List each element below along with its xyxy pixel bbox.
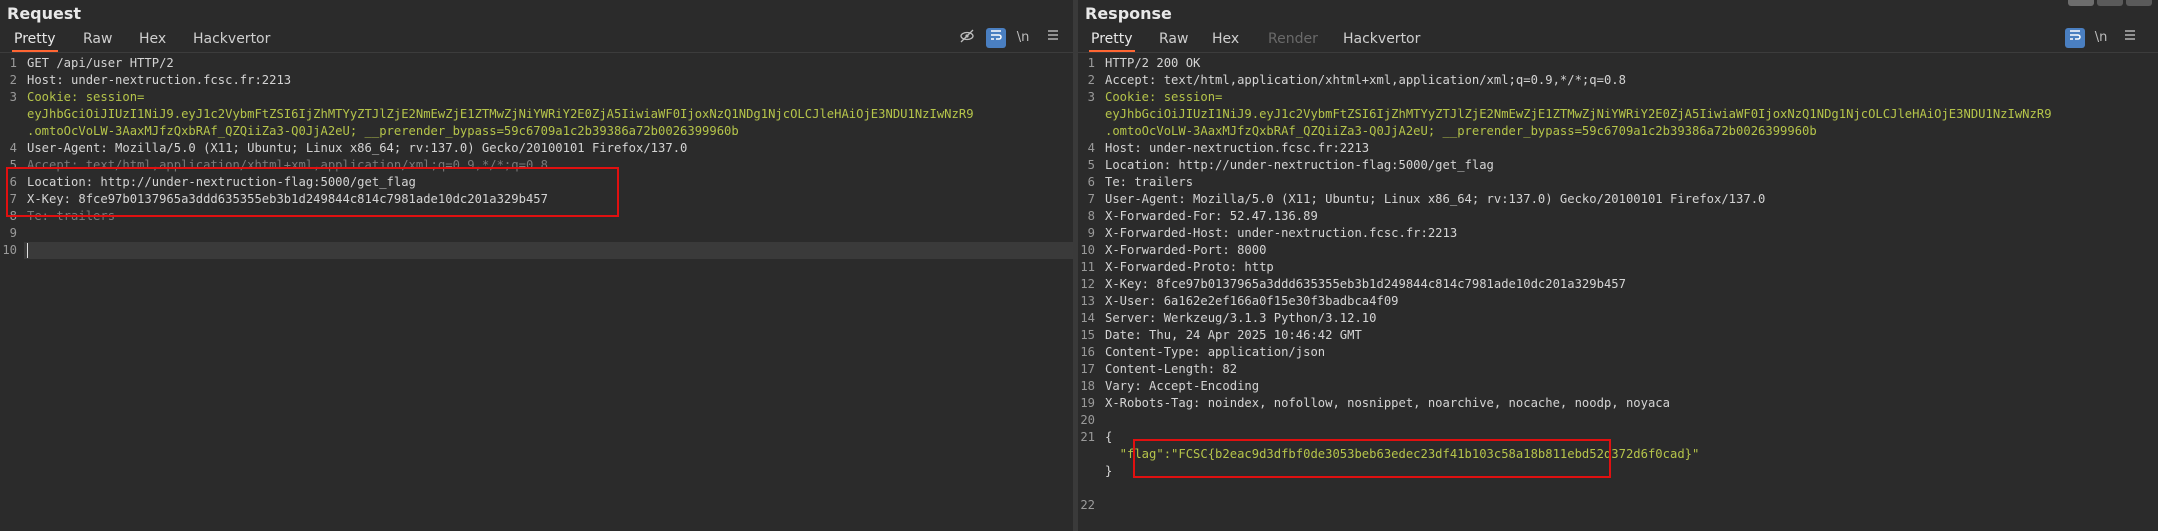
code-line: eyJhbGciOiJIUzI1NiJ9.eyJ1c2VybmFtZSI6IjZ… <box>1105 107 2052 121</box>
response-pane: Response Pretty Raw Hex Render Hackverto… <box>1078 0 2158 531</box>
response-tabbar: Pretty Raw Hex Render Hackvertor <box>1078 26 2158 53</box>
request-tab-hex[interactable]: Hex <box>137 26 168 50</box>
current-line-highlight <box>24 242 1073 259</box>
line-number: 9 <box>9 226 17 240</box>
code-line: Host: under-nextruction.fcsc.fr:2213 <box>1105 141 1370 155</box>
line-number: 22 <box>1080 498 1095 512</box>
line-number: 19 <box>1080 396 1095 410</box>
line-number: 1 <box>9 56 17 70</box>
request-tabbar: Pretty Raw Hex Hackvertor <box>0 26 1073 53</box>
code-line: Date: Thu, 24 Apr 2025 10:46:42 GMT <box>1105 328 1362 342</box>
line-number: 4 <box>1087 141 1095 155</box>
newline-toggle[interactable]: \n <box>1013 28 1033 48</box>
line-number: 13 <box>1080 294 1095 308</box>
line-number: 8 <box>1087 209 1095 223</box>
layout-button-2[interactable] <box>2097 0 2123 6</box>
line-number: 1 <box>1087 56 1095 70</box>
wrap-icon[interactable] <box>986 28 1006 48</box>
code-line: Accept: text/html,application/xhtml+xml,… <box>1105 73 1626 87</box>
line-number: 12 <box>1080 277 1095 291</box>
flag-highlight-box <box>1133 439 1611 478</box>
line-number: 3 <box>9 90 17 104</box>
line-number: 14 <box>1080 311 1095 325</box>
code-line: X-Forwarded-Port: 8000 <box>1105 243 1267 257</box>
code-line: User-Agent: Mozilla/5.0 (X11; Ubuntu; Li… <box>27 141 688 155</box>
line-number: 18 <box>1080 379 1095 393</box>
code-line: X-Forwarded-For: 52.47.136.89 <box>1105 209 1318 223</box>
response-tab-render: Render <box>1268 31 1318 47</box>
line-number: 10 <box>2 243 17 257</box>
response-tab-raw[interactable]: Raw <box>1157 26 1190 50</box>
eye-slash-icon[interactable] <box>957 28 977 48</box>
code-line: HTTP/2 200 OK <box>1105 56 1201 70</box>
line-number: 5 <box>1087 158 1095 172</box>
code-line: X-Key: 8fce97b0137965a3ddd635355eb3b1d24… <box>1105 277 1626 291</box>
code-line: X-Forwarded-Proto: http <box>1105 260 1274 274</box>
menu-icon[interactable] <box>1043 28 1063 48</box>
wrap-icon[interactable] <box>2065 28 2085 48</box>
code-line: X-Robots-Tag: noindex, nofollow, nosnipp… <box>1105 396 1670 410</box>
code-line: Server: Werkzeug/3.1.3 Python/3.12.10 <box>1105 311 1377 325</box>
request-title: Request <box>7 4 82 23</box>
text-caret <box>27 243 28 258</box>
response-tab-hex[interactable]: Hex <box>1210 26 1241 50</box>
code-line: GET /api/user HTTP/2 <box>27 56 174 70</box>
code-line: Host: under-nextruction.fcsc.fr:2213 <box>27 73 292 87</box>
request-editor[interactable]: 1 GET /api/user HTTP/2 2 Host: under-nextru… <box>0 55 1073 531</box>
code-line: Content-Length: 82 <box>1105 362 1238 376</box>
code-line: Cookie: session= <box>27 90 145 104</box>
request-highlight-box <box>6 167 619 217</box>
layout-button-1[interactable] <box>2068 0 2094 6</box>
code-line: eyJhbGciOiJIUzI1NiJ9.eyJ1c2VybmFtZSI6IjZ… <box>27 107 974 121</box>
response-tab-pretty[interactable]: Pretty <box>1089 26 1135 52</box>
line-number: 21 <box>1080 430 1095 444</box>
request-tab-pretty[interactable]: Pretty <box>12 26 58 52</box>
line-number: 6 <box>1087 175 1095 189</box>
code-line: X-Forwarded-Host: under-nextruction.fcsc… <box>1105 226 1458 240</box>
response-title: Response <box>1085 4 1172 23</box>
line-number: 17 <box>1080 362 1095 376</box>
code-line: X-User: 6a162e2ef166a0f15e30f3badbca4f09 <box>1105 294 1399 308</box>
code-line: { <box>1105 430 1113 444</box>
request-pane: Request Pretty Raw Hex Hackvertor \n 1 GE… <box>0 0 1073 531</box>
code-line: User-Agent: Mozilla/5.0 (X11; Ubuntu; Li… <box>1105 192 1766 206</box>
code-line: Te: trailers <box>1105 175 1194 189</box>
line-number: 9 <box>1087 226 1095 240</box>
code-line: Location: http://under-nextruction-flag:… <box>1105 158 1494 172</box>
code-line: .omtoOcVoLW-3AaxMJfzQxbRAf_QZQiiZa3-Q0Jj… <box>1105 124 1817 138</box>
request-tab-hackvertor[interactable]: Hackvertor <box>191 26 272 50</box>
layout-button-3[interactable] <box>2126 0 2152 6</box>
line-number: 11 <box>1080 260 1095 274</box>
line-number: 3 <box>1087 90 1095 104</box>
line-number: 7 <box>1087 192 1095 206</box>
code-line: Cookie: session= <box>1105 90 1223 104</box>
code-line: } <box>1105 464 1113 478</box>
line-number: 2 <box>9 73 17 87</box>
menu-icon[interactable] <box>2120 28 2140 48</box>
line-number: 10 <box>1080 243 1095 257</box>
line-number: 4 <box>9 141 17 155</box>
code-line: .omtoOcVoLW-3AaxMJfzQxbRAf_QZQiiZa3-Q0Jj… <box>27 124 739 138</box>
code-line: Vary: Accept-Encoding <box>1105 379 1260 393</box>
newline-toggle[interactable]: \n <box>2091 28 2111 48</box>
code-line: Content-Type: application/json <box>1105 345 1326 359</box>
line-number: 2 <box>1087 73 1095 87</box>
line-number: 15 <box>1080 328 1095 342</box>
line-number: 16 <box>1080 345 1095 359</box>
response-tab-hackvertor[interactable]: Hackvertor <box>1341 26 1422 50</box>
request-tab-raw[interactable]: Raw <box>81 26 114 50</box>
line-number: 20 <box>1080 413 1095 427</box>
